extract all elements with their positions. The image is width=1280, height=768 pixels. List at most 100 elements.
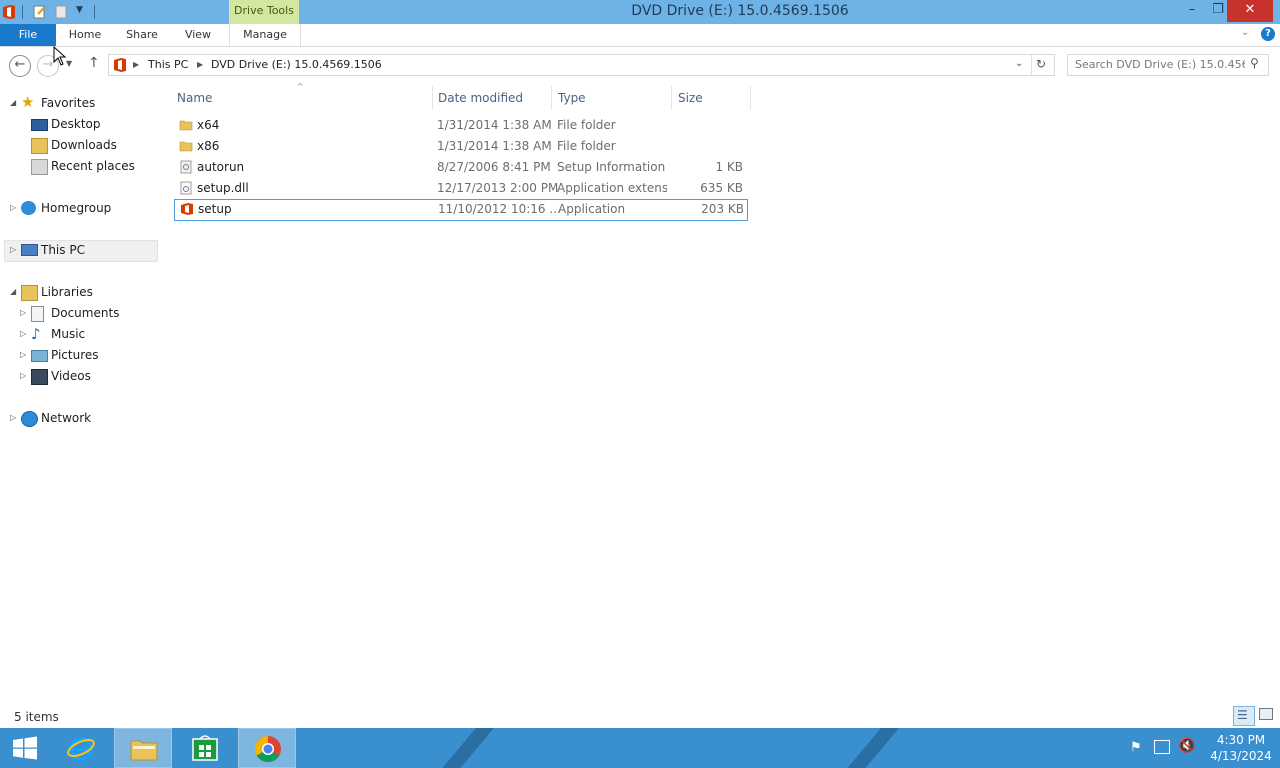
wallpaper-stripe bbox=[425, 728, 503, 768]
column-divider[interactable] bbox=[551, 86, 552, 110]
refresh-icon[interactable]: ↻ bbox=[1036, 57, 1046, 71]
homegroup-icon bbox=[21, 201, 36, 215]
nav-network[interactable]: ▷ Network bbox=[10, 408, 91, 428]
close-button[interactable]: ✕ bbox=[1227, 0, 1273, 22]
action-center-flag-icon[interactable]: ⚑ bbox=[1130, 740, 1142, 755]
breadcrumb-chevron-icon[interactable]: ▶ bbox=[197, 60, 203, 69]
column-header-size[interactable]: Size bbox=[678, 89, 703, 107]
tab-view[interactable]: View bbox=[176, 24, 220, 46]
tab-file[interactable]: File bbox=[0, 24, 56, 46]
status-item-count: 5 items bbox=[14, 710, 59, 724]
nav-libraries[interactable]: ◢ Libraries bbox=[10, 282, 93, 302]
nav-homegroup[interactable]: ▷ Homegroup bbox=[10, 198, 111, 218]
nav-music[interactable]: ▷ ♪ Music bbox=[20, 324, 86, 344]
taskbar: ⚑ 🔇 4:30 PM 4/13/2024 bbox=[0, 728, 1280, 768]
close-icon: ✕ bbox=[1244, 2, 1256, 17]
new-folder-icon[interactable] bbox=[54, 4, 68, 20]
file-type: File folder bbox=[557, 139, 616, 153]
file-row[interactable]: x86 1/31/2014 1:38 AM File folder bbox=[174, 136, 746, 156]
start-button[interactable] bbox=[0, 728, 50, 768]
expand-arrow-icon[interactable]: ▷ bbox=[20, 324, 26, 344]
address-dropdown-icon[interactable]: ⌄ bbox=[1015, 58, 1023, 69]
expand-arrow-icon[interactable]: ▷ bbox=[20, 303, 26, 323]
forward-arrow-icon: → bbox=[42, 57, 54, 72]
back-button[interactable]: ← bbox=[9, 55, 31, 77]
column-divider[interactable] bbox=[432, 86, 433, 110]
network-icon bbox=[21, 411, 38, 427]
details-view-button[interactable]: ☰ bbox=[1233, 706, 1255, 726]
large-icons-view-button[interactable] bbox=[1257, 707, 1275, 723]
restore-icon: ❐ bbox=[1212, 2, 1224, 17]
expand-arrow-icon[interactable]: ▷ bbox=[10, 408, 16, 428]
file-name: autorun bbox=[197, 160, 245, 174]
nav-downloads[interactable]: Downloads bbox=[31, 135, 117, 155]
office-icon[interactable] bbox=[2, 4, 16, 20]
nav-favorites[interactable]: ◢ ★ Favorites bbox=[10, 93, 95, 113]
qat-dropdown-icon[interactable]: ▼ bbox=[76, 5, 83, 15]
expand-ribbon-icon[interactable]: ⌄ bbox=[1241, 27, 1249, 38]
nav-recent-places[interactable]: Recent places bbox=[31, 156, 135, 176]
minimize-icon: – bbox=[1188, 2, 1196, 17]
column-header-name[interactable]: Name bbox=[177, 89, 212, 107]
search-placeholder: Search DVD Drive (E:) 15.0.456... bbox=[1075, 58, 1245, 71]
nav-this-pc-label: This PC bbox=[41, 243, 85, 257]
file-row[interactable]: setup.dll 12/17/2013 2:00 PM Application… bbox=[174, 178, 746, 198]
collapse-arrow-icon[interactable]: ◢ bbox=[10, 282, 16, 302]
breadcrumb-chevron-icon[interactable]: ▶ bbox=[133, 60, 139, 69]
office-icon bbox=[181, 203, 193, 215]
taskbar-clock[interactable]: 4:30 PM 4/13/2024 bbox=[1205, 732, 1277, 764]
nav-this-pc[interactable]: ▷ This PC bbox=[10, 240, 85, 260]
file-date: 1/31/2014 1:38 AM bbox=[437, 139, 552, 153]
file-type: Application bbox=[558, 202, 626, 216]
nav-documents[interactable]: ▷ Documents bbox=[20, 303, 119, 323]
address-divider bbox=[1031, 55, 1032, 75]
nav-libraries-label: Libraries bbox=[41, 285, 93, 299]
column-header-date-modified[interactable]: Date modified bbox=[438, 89, 523, 107]
search-input[interactable]: Search DVD Drive (E:) 15.0.456... ⚲ bbox=[1067, 54, 1269, 76]
tab-manage[interactable]: Manage bbox=[229, 24, 301, 46]
column-header-type[interactable]: Type bbox=[558, 89, 586, 107]
help-icon[interactable]: ? bbox=[1261, 27, 1275, 41]
volume-muted-icon[interactable]: 🔇 bbox=[1178, 738, 1195, 754]
nav-desktop[interactable]: Desktop bbox=[31, 114, 101, 134]
office-icon bbox=[114, 58, 126, 72]
up-arrow-icon: ↑ bbox=[88, 55, 100, 71]
network-tray-icon[interactable] bbox=[1154, 740, 1170, 754]
address-bar[interactable]: ▶ This PC ▶ DVD Drive (E:) 15.0.4569.150… bbox=[108, 54, 1055, 76]
breadcrumb-dvd-drive[interactable]: DVD Drive (E:) 15.0.4569.1506 bbox=[211, 58, 382, 71]
tab-share[interactable]: Share bbox=[118, 24, 166, 46]
file-explorer-icon bbox=[130, 740, 158, 761]
nav-music-label: Music bbox=[51, 327, 86, 341]
tab-home[interactable]: Home bbox=[60, 24, 110, 46]
file-type: Setup Information bbox=[557, 160, 666, 174]
minimize-button[interactable]: – bbox=[1180, 0, 1204, 22]
column-divider[interactable] bbox=[671, 86, 672, 110]
up-button[interactable]: ↑ bbox=[88, 55, 100, 71]
clock-time: 4:30 PM bbox=[1216, 733, 1266, 747]
taskbar-store[interactable] bbox=[176, 728, 234, 768]
file-row[interactable]: autorun 8/27/2006 8:41 PM Setup Informat… bbox=[174, 157, 746, 177]
expand-arrow-icon[interactable]: ▷ bbox=[10, 240, 16, 260]
setup-info-icon bbox=[180, 160, 192, 174]
folder-icon bbox=[179, 120, 193, 131]
expand-arrow-icon[interactable]: ▷ bbox=[20, 366, 26, 386]
breadcrumb-this-pc[interactable]: This PC bbox=[148, 58, 188, 71]
properties-icon[interactable] bbox=[32, 4, 46, 20]
file-size: 1 KB bbox=[715, 160, 743, 174]
file-name: setup.dll bbox=[197, 181, 249, 195]
taskbar-internet-explorer[interactable] bbox=[52, 728, 110, 768]
expand-arrow-icon[interactable]: ▷ bbox=[10, 198, 16, 218]
taskbar-file-explorer[interactable] bbox=[114, 728, 172, 768]
file-name: x86 bbox=[197, 139, 220, 153]
nav-videos[interactable]: ▷ Videos bbox=[20, 366, 91, 386]
desktop-icon bbox=[31, 119, 48, 131]
expand-arrow-icon[interactable]: ▷ bbox=[20, 345, 26, 365]
collapse-arrow-icon[interactable]: ◢ bbox=[10, 93, 16, 113]
file-row[interactable]: x64 1/31/2014 1:38 AM File folder bbox=[174, 115, 746, 135]
dll-icon bbox=[180, 181, 192, 195]
file-row[interactable]: setup 11/10/2012 10:16 ... Application 2… bbox=[174, 199, 748, 221]
taskbar-chrome[interactable] bbox=[238, 728, 296, 768]
column-divider[interactable] bbox=[750, 86, 751, 110]
nav-pictures[interactable]: ▷ Pictures bbox=[20, 345, 99, 365]
file-date: 8/27/2006 8:41 PM bbox=[437, 160, 551, 174]
